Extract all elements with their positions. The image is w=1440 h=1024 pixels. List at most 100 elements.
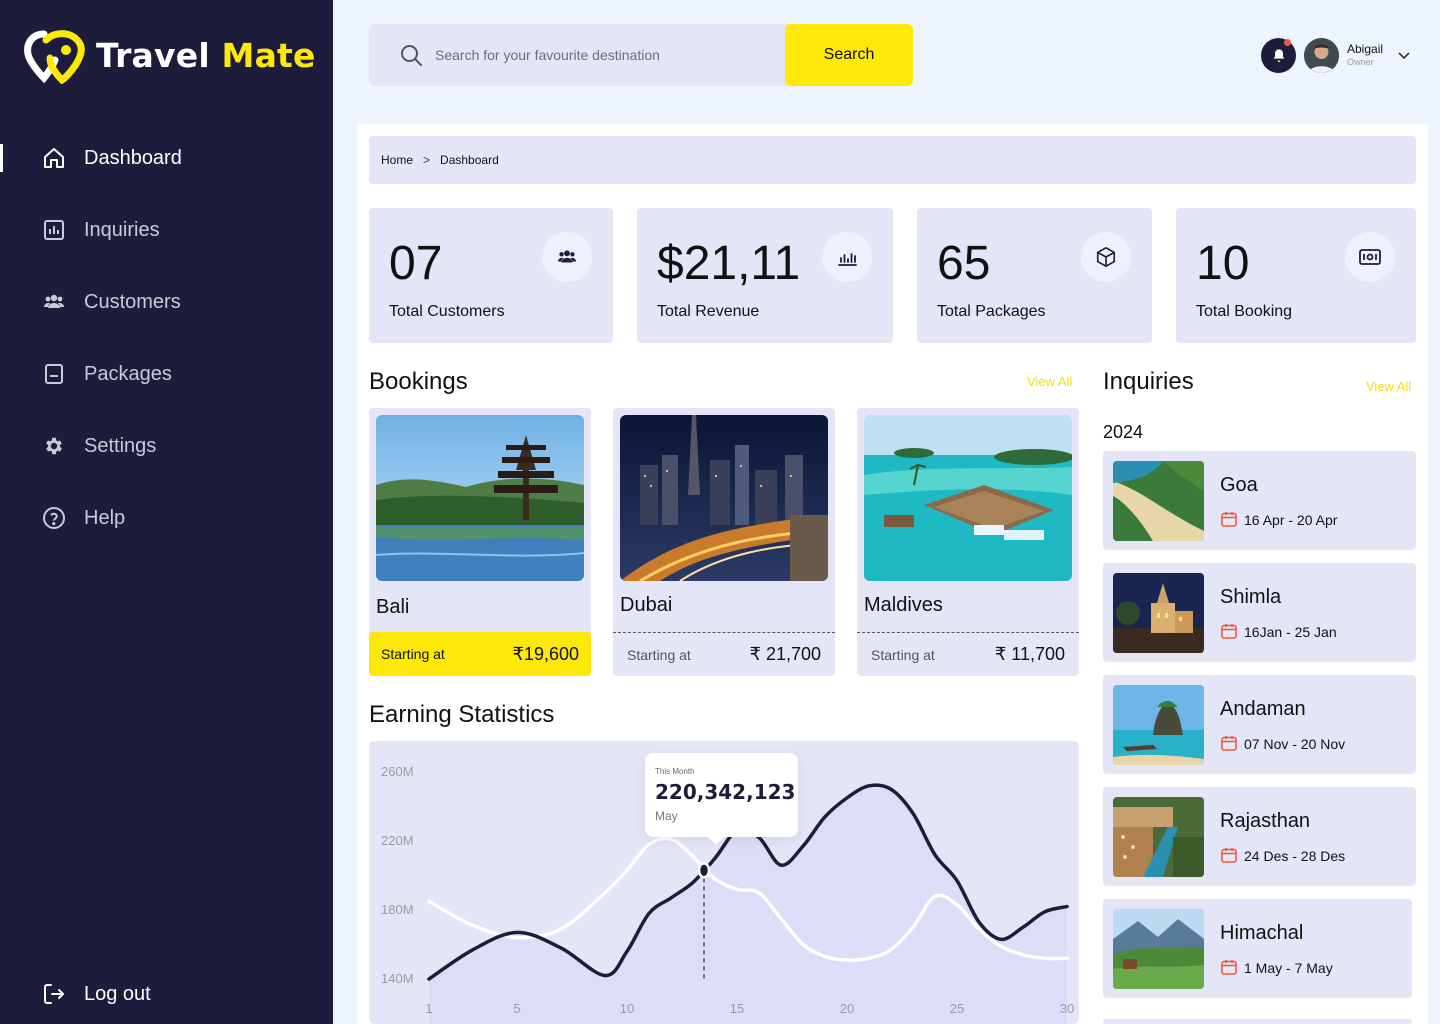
inquiry-card-andaman[interactable]: Andaman 07 Nov - 20 Nov <box>1103 675 1416 774</box>
revenue-chart-icon <box>822 232 872 282</box>
logout-button[interactable]: Log out <box>0 958 333 1024</box>
inquiry-card-himachal[interactable]: Himachal 1 May - 7 May <box>1103 899 1412 998</box>
starting-at-label: Starting at <box>381 646 445 662</box>
sidebar-item-label: Dashboard <box>84 146 182 169</box>
inquiries-view-all-link[interactable]: View All <box>1366 379 1411 394</box>
tooltip-month: May <box>655 809 678 823</box>
help-circle-icon <box>42 506 66 530</box>
booking-name: Dubai <box>620 594 673 616</box>
notification-dot <box>1284 39 1291 46</box>
sidebar-item-inquiries[interactable]: Inquiries <box>0 194 333 266</box>
tooltip-label: This Month <box>655 767 695 776</box>
avatar[interactable] <box>1304 38 1339 73</box>
inquiry-dates: 24 Des - 28 Des <box>1244 848 1346 864</box>
stat-value: 10 <box>1196 237 1250 290</box>
inquiries-title: Inquiries <box>1103 368 1194 395</box>
andaman-beach-image <box>1113 685 1204 765</box>
bookings-view-all-link[interactable]: View All <box>1027 374 1072 389</box>
bar-chart-icon <box>42 218 66 242</box>
booking-card-bali[interactable]: Bali Starting at ₹19,600 <box>369 408 591 676</box>
stat-card-revenue: $21,11 Total Revenue <box>637 208 893 343</box>
ticket-icon <box>1345 232 1395 282</box>
stat-label: Total Revenue <box>657 303 760 320</box>
calendar-icon <box>1221 512 1237 527</box>
inquiry-dates: 16 Apr - 20 Apr <box>1244 512 1338 528</box>
breadcrumb-home[interactable]: Home <box>381 153 413 167</box>
starting-at-label: Starting at <box>871 646 935 663</box>
earning-statistics-title: Earning Statistics <box>369 701 555 728</box>
dubai-skyline-image <box>620 415 828 581</box>
logo-pin-icon <box>22 26 90 85</box>
search-input[interactable] <box>435 47 775 63</box>
booking-name: Maldives <box>864 594 943 616</box>
inquiries-year: 2024 <box>1103 422 1144 442</box>
breadcrumb: Home > Dashboard <box>369 136 1416 184</box>
sidebar-item-label: Customers <box>84 290 181 313</box>
bookings-title: Bookings <box>369 368 468 395</box>
y-tick-label: 220M <box>381 833 414 848</box>
inquiry-dates: 16Jan - 25 Jan <box>1244 624 1337 640</box>
goa-beach-image <box>1113 461 1204 541</box>
sidebar-item-customers[interactable]: Customers <box>0 266 333 338</box>
starting-at-label: Starting at <box>627 646 691 663</box>
stat-card-packages: 65 Total Packages <box>917 208 1152 343</box>
search-icon <box>401 45 422 66</box>
inquiry-name: Himachal <box>1220 922 1304 944</box>
stat-value: $21,11 <box>657 237 801 290</box>
chart-tooltip: This Month 220,342,123 May <box>645 753 798 845</box>
inquiry-name: Rajasthan <box>1220 810 1311 832</box>
sidebar-item-label: Help <box>84 506 126 529</box>
box-icon <box>1081 232 1131 282</box>
sidebar-item-help[interactable]: Help <box>0 482 333 554</box>
calendar-icon <box>1221 960 1237 975</box>
booking-price-row: Starting at ₹19,600 <box>369 632 591 676</box>
logout-label: Log out <box>84 982 151 1005</box>
inquiry-name: Shimla <box>1220 586 1282 608</box>
booking-price: ₹ 11,700 <box>994 644 1065 664</box>
inquiry-dates: 1 May - 7 May <box>1244 960 1333 976</box>
sidebar-item-dashboard[interactable]: Dashboard <box>0 122 333 194</box>
tooltip-value: 220,342,123 <box>655 780 796 804</box>
breadcrumb-separator: > <box>423 153 431 167</box>
stat-card-customers: 07 Total Customers <box>369 208 613 343</box>
notification-button[interactable] <box>1261 38 1296 73</box>
y-tick-label: 140M <box>381 971 414 986</box>
chevron-down-icon[interactable] <box>1396 47 1412 63</box>
sidebar: Travel Mate Dashboard Inquiries Customer… <box>0 0 333 1024</box>
inquiry-card-goa[interactable]: Goa 16 Apr - 20 Apr <box>1103 451 1416 550</box>
search-bar: Search <box>369 24 913 86</box>
search-button[interactable]: Search <box>785 24 913 86</box>
booking-card-maldives[interactable]: Maldives Starting at ₹ 11,700 <box>857 408 1079 676</box>
booking-price-row: Starting at ₹ 11,700 <box>857 632 1079 676</box>
user-role: Owner <box>1347 57 1374 67</box>
sidebar-item-label: Packages <box>84 362 172 385</box>
stat-label: Total Customers <box>389 303 505 320</box>
stat-card-booking: 10 Total Booking <box>1176 208 1416 343</box>
inquiry-card-shimla[interactable]: Shimla 16Jan - 25 Jan <box>1103 563 1416 662</box>
sidebar-item-settings[interactable]: Settings <box>0 410 333 482</box>
booking-price: ₹19,600 <box>512 643 579 664</box>
inquiry-card-next[interactable] <box>1103 1019 1412 1024</box>
brand-name: Travel Mate <box>96 35 316 75</box>
inquiry-dates: 07 Nov - 20 Nov <box>1244 736 1346 752</box>
stat-value: 07 <box>389 237 443 290</box>
calendar-icon <box>1221 848 1237 863</box>
inquiry-name: Goa <box>1220 474 1258 496</box>
stat-label: Total Booking <box>1196 303 1293 320</box>
logout-icon <box>42 982 66 1006</box>
users-icon <box>42 290 66 314</box>
booking-card-dubai[interactable]: Dubai Starting at ₹ 21,700 <box>613 408 835 676</box>
y-tick-label: 180M <box>381 902 414 917</box>
inquiry-name: Andaman <box>1220 698 1306 720</box>
inquiry-card-rajasthan[interactable]: Rajasthan 24 Des - 28 Des <box>1103 787 1416 886</box>
booking-name: Bali <box>376 596 410 618</box>
brand-logo[interactable]: Travel Mate <box>22 26 316 85</box>
x-tick-label: 15 <box>730 1001 744 1016</box>
breadcrumb-current: Dashboard <box>440 153 499 167</box>
sidebar-item-packages[interactable]: Packages <box>0 338 333 410</box>
bali-temple-image <box>376 415 584 581</box>
highlight-point[interactable] <box>697 862 711 879</box>
x-tick-label: 25 <box>950 1001 964 1016</box>
package-icon <box>42 362 66 386</box>
himachal-valley-image <box>1113 909 1204 989</box>
